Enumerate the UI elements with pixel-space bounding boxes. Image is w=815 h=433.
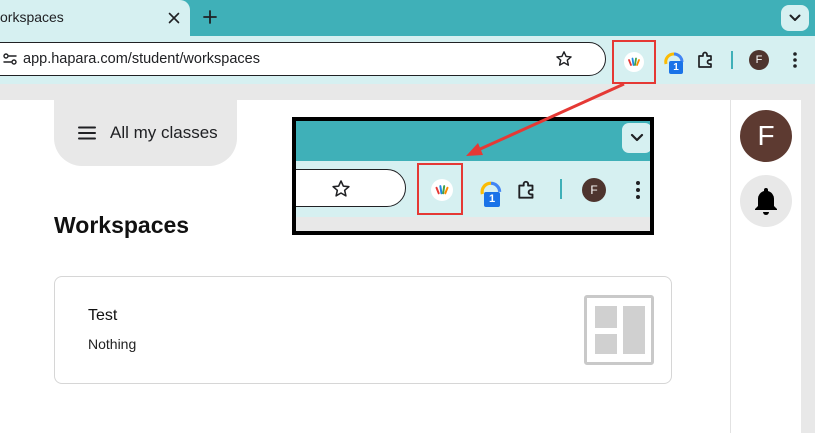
callout-tab-search-button — [622, 123, 650, 153]
site-settings-icon[interactable] — [2, 51, 18, 67]
url-text[interactable]: app.hapara.com/student/workspaces — [23, 51, 260, 67]
callout-profile-avatar: F — [582, 178, 606, 202]
user-avatar[interactable]: F — [740, 110, 792, 162]
bell-icon — [755, 188, 777, 215]
browser-tab-workspaces[interactable]: orkspaces — [0, 0, 190, 37]
star-icon — [332, 180, 350, 197]
workspace-card[interactable]: Test Nothing — [54, 276, 672, 384]
toolbar-separator — [731, 51, 733, 69]
star-icon[interactable] — [555, 50, 573, 68]
callout-extension-badge: 1 — [484, 192, 500, 207]
close-icon[interactable] — [166, 10, 182, 26]
callout-hapara-extension — [417, 163, 463, 215]
hapara-extension-icon — [431, 179, 453, 201]
hapara-extension-button[interactable] — [612, 40, 656, 84]
hamburger-icon — [78, 126, 96, 140]
browser-profile-avatar[interactable]: F — [749, 50, 769, 70]
layout-thumbnail-icon — [584, 295, 654, 365]
tab-search-button[interactable] — [781, 5, 809, 31]
plus-icon[interactable] — [200, 7, 220, 27]
callout-tab-strip — [296, 121, 650, 161]
kebab-menu-icon — [636, 181, 640, 199]
all-my-classes-button[interactable]: All my classes — [54, 100, 237, 166]
page-title: Workspaces — [54, 212, 190, 238]
all-my-classes-label: All my classes — [110, 123, 218, 142]
zoomed-toolbar-callout: 1 F — [292, 117, 654, 235]
tab-strip: orkspaces — [0, 0, 815, 37]
puzzle-icon[interactable] — [696, 50, 716, 70]
workspace-description: Nothing — [88, 336, 137, 352]
browser-toolbar: app.hapara.com/student/workspaces — [0, 36, 815, 84]
extension-badge: 1 — [669, 61, 683, 74]
hapara-extension-icon — [624, 52, 644, 72]
workspace-title: Test — [88, 307, 118, 324]
notifications-button[interactable] — [740, 175, 792, 227]
chevron-down-icon — [789, 14, 801, 21]
callout-divider — [296, 217, 650, 231]
scrollbar[interactable] — [801, 100, 815, 433]
kebab-menu-icon[interactable] — [788, 50, 802, 70]
chrome-divider — [0, 84, 815, 100]
tab-title: orkspaces — [0, 9, 64, 25]
callout-toolbar-separator — [560, 179, 562, 199]
address-bar[interactable]: app.hapara.com/student/workspaces — [0, 42, 606, 76]
chevron-down-icon — [630, 133, 644, 142]
callout-address-bar — [296, 169, 406, 207]
puzzle-icon — [518, 180, 534, 199]
